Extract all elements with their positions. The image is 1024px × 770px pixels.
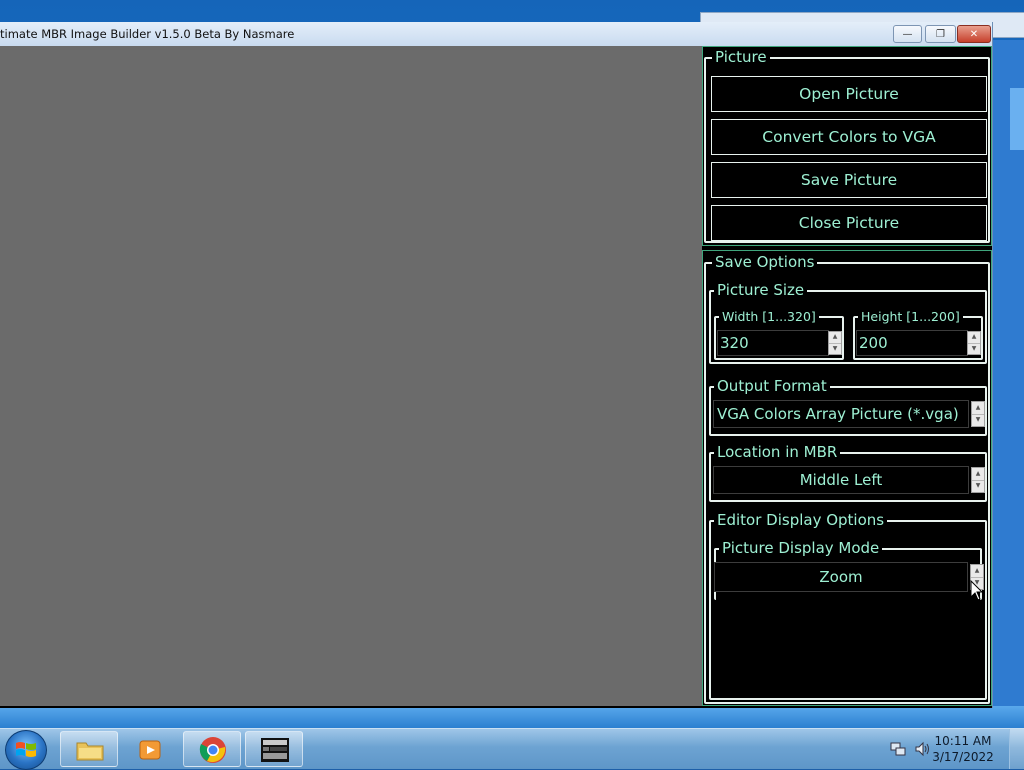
picture-group-legend: Picture	[712, 48, 770, 66]
app-window: timate MBR Image Builder v1.5.0 Beta By …	[0, 22, 993, 708]
output-format-group: Output Format VGA Colors Array Picture (…	[709, 377, 987, 436]
picture-canvas[interactable]	[0, 46, 702, 706]
spin-up-icon[interactable]: ▲	[972, 468, 984, 480]
close-button[interactable]: ✕	[957, 25, 991, 43]
mbr-builder-app-icon	[261, 738, 289, 762]
spin-down-icon[interactable]: ▼	[972, 413, 984, 427]
location-select[interactable]: Middle Left	[713, 466, 969, 494]
picture-size-legend: Picture Size	[714, 281, 808, 299]
background-scrollbar	[1010, 88, 1024, 150]
windows-logo-icon	[16, 742, 36, 757]
clock-date: 3/17/2022	[932, 750, 994, 764]
mouse-cursor-icon	[970, 580, 984, 601]
width-spinner[interactable]: ▲ ▼	[828, 331, 842, 355]
open-picture-button[interactable]: Open Picture	[711, 76, 987, 112]
width-group: Width [1...320] 320 ▲ ▼	[714, 309, 844, 360]
chrome-icon	[199, 737, 226, 763]
spin-up-icon[interactable]: ▲	[968, 332, 980, 343]
maximize-button[interactable]: ❐	[925, 25, 956, 43]
width-legend: Width [1...320]	[719, 309, 819, 324]
title-bar[interactable]: timate MBR Image Builder v1.5.0 Beta By …	[0, 22, 992, 46]
spin-down-icon[interactable]: ▼	[829, 342, 841, 355]
output-format-select[interactable]: VGA Colors Array Picture (*.vga)	[713, 400, 969, 428]
save-picture-button[interactable]: Save Picture	[711, 162, 987, 198]
spin-up-icon[interactable]: ▲	[971, 565, 983, 577]
taskbar-media-player[interactable]	[121, 731, 179, 767]
options-panel: Picture Open Picture Convert Colors to V…	[702, 46, 992, 706]
picture-group: Picture Open Picture Convert Colors to V…	[704, 48, 990, 243]
spin-up-icon[interactable]: ▲	[829, 332, 841, 343]
save-options-group: Save Options Picture Size Width [1...320…	[704, 253, 990, 704]
output-format-spinner[interactable]: ▲ ▼	[971, 401, 985, 427]
taskbar-explorer[interactable]	[60, 731, 118, 767]
client-area: Picture Open Picture Convert Colors to V…	[0, 46, 992, 708]
convert-colors-button[interactable]: Convert Colors to VGA	[711, 119, 987, 155]
network-icon[interactable]	[890, 741, 906, 757]
location-legend: Location in MBR	[714, 443, 841, 461]
spin-down-icon[interactable]: ▼	[972, 479, 984, 493]
picture-size-group: Picture Size Width [1...320] 320 ▲ ▼ Hei…	[709, 281, 987, 364]
save-options-legend: Save Options	[712, 253, 818, 271]
height-input[interactable]: 200	[856, 330, 968, 356]
media-player-icon	[139, 740, 161, 760]
height-legend: Height [1...200]	[858, 309, 963, 324]
minimize-icon: —	[902, 28, 913, 40]
location-spinner[interactable]: ▲ ▼	[971, 467, 985, 493]
clock-time: 10:11 AM	[934, 734, 992, 748]
folder-icon	[76, 742, 104, 761]
close-icon: ✕	[969, 28, 979, 40]
window-title: timate MBR Image Builder v1.5.0 Beta By …	[0, 27, 295, 41]
desktop-band	[0, 706, 1024, 728]
show-desktop-button[interactable]	[1009, 729, 1024, 769]
editor-display-legend: Editor Display Options	[714, 511, 888, 529]
display-mode-select[interactable]: Zoom	[714, 562, 968, 592]
spin-down-icon[interactable]: ▼	[968, 342, 980, 355]
taskbar-mbr-builder[interactable]	[245, 731, 303, 767]
height-spinner[interactable]: ▲ ▼	[967, 331, 981, 355]
minimize-button[interactable]: —	[893, 25, 922, 43]
display-mode-group: Picture Display Mode Zoom ▲ ▼	[714, 539, 984, 600]
restore-icon: ❐	[936, 28, 945, 40]
close-picture-button[interactable]: Close Picture	[711, 205, 987, 241]
clock[interactable]: 10:11 AM 3/17/2022	[928, 733, 998, 765]
start-button[interactable]	[5, 730, 47, 770]
width-input[interactable]: 320	[717, 330, 829, 356]
height-group: Height [1...200] 200 ▲ ▼	[853, 309, 983, 360]
location-group: Location in MBR Middle Left ▲ ▼	[709, 443, 987, 502]
display-mode-legend: Picture Display Mode	[719, 539, 883, 557]
spin-up-icon[interactable]: ▲	[972, 402, 984, 414]
taskbar: 10:11 AM 3/17/2022	[0, 728, 1024, 770]
output-format-legend: Output Format	[714, 377, 830, 395]
taskbar-chrome[interactable]	[183, 731, 241, 767]
editor-display-group: Editor Display Options Picture Display M…	[709, 511, 987, 700]
